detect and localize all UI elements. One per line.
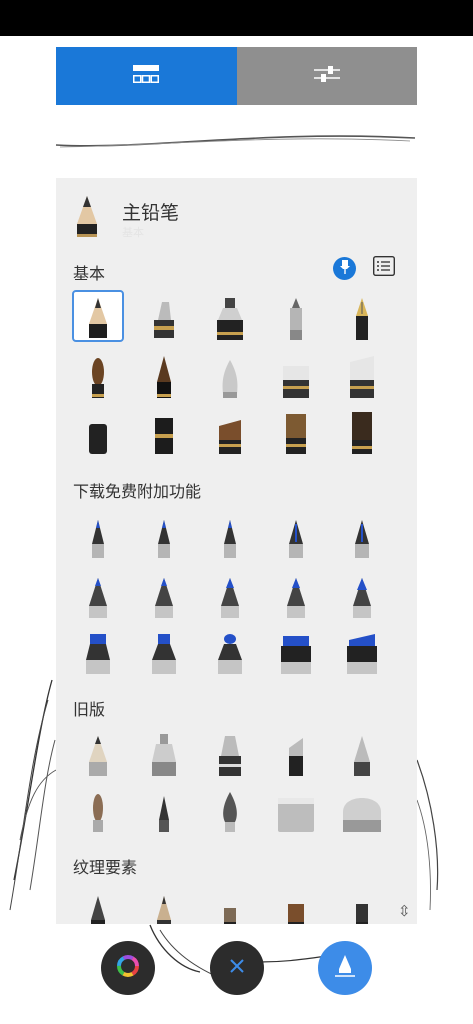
brush-addon-13[interactable]: [204, 624, 256, 676]
brush-library-tab[interactable]: [56, 47, 237, 105]
brush-legacy-2[interactable]: [138, 726, 190, 778]
close-icon: [229, 958, 245, 978]
status-bar: [0, 0, 473, 36]
brush-eraser-soft[interactable]: [270, 348, 322, 400]
brush-legacy-10[interactable]: [336, 782, 388, 834]
section-title-basic: 基本: [73, 264, 106, 283]
brush-flat-bristle[interactable]: [138, 404, 190, 456]
section-title-legacy: 旧版: [73, 700, 106, 719]
brush-square-bristle[interactable]: [336, 404, 388, 456]
brush-addon-6[interactable]: [72, 568, 124, 620]
current-brush-thumbnail[interactable]: [70, 194, 104, 240]
brush-legacy-8[interactable]: [204, 782, 256, 834]
brush-fan-bristle[interactable]: [204, 404, 256, 456]
color-wheel-icon: [116, 954, 140, 982]
brush-texture-5[interactable]: [336, 884, 388, 924]
brush-addon-1[interactable]: [72, 508, 124, 560]
brush-wide-bristle[interactable]: [270, 404, 322, 456]
brush-addon-14[interactable]: [270, 624, 322, 676]
brush-technical-pencil[interactable]: [138, 290, 190, 342]
brush-marker[interactable]: [204, 290, 256, 342]
brush-airbrush[interactable]: [204, 348, 256, 400]
brush-texture-3[interactable]: [204, 884, 256, 924]
brush-addon-9[interactable]: [270, 568, 322, 620]
brush-addon-2[interactable]: [138, 508, 190, 560]
pin-button[interactable]: [333, 257, 356, 280]
brush-legacy-9[interactable]: [270, 782, 322, 834]
brush-legacy-7[interactable]: [138, 782, 190, 834]
section-title-free-addons: 下载免费附加功能: [73, 482, 202, 501]
color-button[interactable]: [101, 941, 155, 995]
top-tabs: [56, 47, 417, 105]
list-view-button[interactable]: [372, 255, 396, 280]
brush-texture-2[interactable]: [138, 884, 190, 924]
list-icon: [372, 255, 396, 280]
brush-addon-7[interactable]: [138, 568, 190, 620]
brush-legacy-5[interactable]: [336, 726, 388, 778]
brush-legacy-6[interactable]: [72, 782, 124, 834]
pin-icon: [339, 259, 351, 278]
brush-addon-5[interactable]: [336, 508, 388, 560]
current-brush-name: 主铅笔: [122, 202, 180, 224]
brush-settings-tab[interactable]: [236, 47, 417, 105]
brush-paintbrush-round[interactable]: [72, 348, 124, 400]
grid-icon: [133, 65, 160, 87]
brush-addon-12[interactable]: [138, 624, 190, 676]
brush-button[interactable]: [318, 941, 372, 995]
section-title-texture: 纹理要素: [73, 858, 138, 877]
brush-legacy-1[interactable]: [72, 726, 124, 778]
brush-addon-10[interactable]: [336, 568, 388, 620]
panel-resize-icon[interactable]: ⇳: [398, 902, 411, 920]
brush-addon-3[interactable]: [204, 508, 256, 560]
brush-pencil[interactable]: [72, 290, 124, 342]
brush-addon-8[interactable]: [204, 568, 256, 620]
brush-addon-15[interactable]: [336, 624, 388, 676]
brush-fountain-pen[interactable]: [336, 290, 388, 342]
brush-library-panel: 主铅笔 基本 基本 下载免费附加功能 旧版 纹理要素: [56, 178, 417, 924]
brush-felt-pen[interactable]: [270, 290, 322, 342]
brush-texture-4[interactable]: [270, 884, 322, 924]
brush-addon-4[interactable]: [270, 508, 322, 560]
brush-icon: [333, 953, 357, 983]
sliders-icon: [313, 64, 340, 88]
close-button[interactable]: [210, 941, 264, 995]
current-brush-category: 基本: [122, 226, 144, 239]
brush-legacy-3[interactable]: [204, 726, 256, 778]
brush-legacy-4[interactable]: [270, 726, 322, 778]
brush-flat-black[interactable]: [72, 404, 124, 456]
brush-texture-1[interactable]: [72, 884, 124, 924]
brush-ink-brush[interactable]: [138, 348, 190, 400]
brush-addon-11[interactable]: [72, 624, 124, 676]
brush-eraser-hard[interactable]: [336, 348, 388, 400]
